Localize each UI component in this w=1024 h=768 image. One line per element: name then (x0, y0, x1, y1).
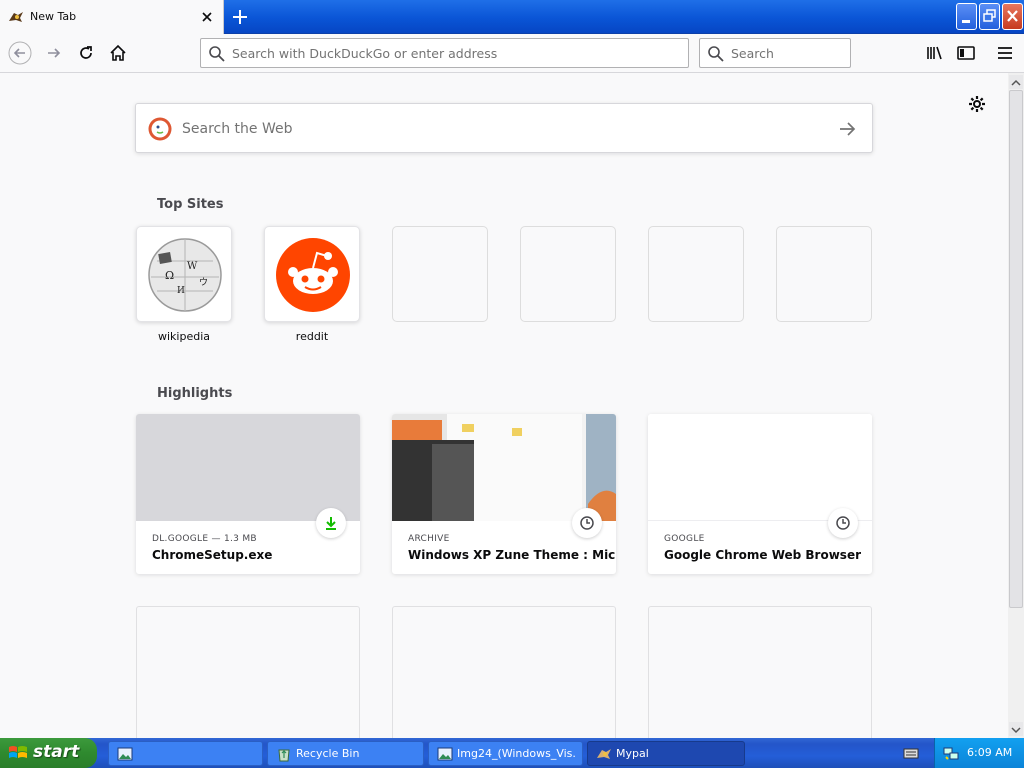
search-icon (708, 46, 724, 62)
taskbar-item-label: Img24_(Windows_Vis... (457, 747, 577, 760)
svg-text:Ω: Ω (165, 269, 174, 282)
web-search-placeholder: Search the Web (182, 121, 293, 137)
taskbar: start Recycle Bin Img24_(Windows_Vis... … (0, 738, 1024, 768)
card-source: ARCHIVE (408, 534, 450, 544)
forward-icon[interactable] (42, 41, 66, 65)
sidebar-icon[interactable] (954, 41, 978, 65)
svg-text:ウ: ウ (199, 277, 208, 288)
system-tray: 6:09 AM (934, 738, 1024, 768)
clock-icon (836, 516, 850, 530)
navigation-toolbar: Search with DuckDuckGo or enter address … (0, 34, 1024, 73)
svg-text:И: И (177, 286, 185, 296)
vertical-scrollbar[interactable] (1008, 73, 1024, 738)
close-tab-icon[interactable] (199, 9, 215, 25)
card-title: ChromeSetup.exe (152, 548, 273, 562)
card-title: Google Chrome Web Browser (664, 548, 861, 562)
wikipedia-globe-icon: Ω W И ウ (148, 238, 222, 312)
highlight-card-empty (136, 606, 360, 738)
new-tab-plus-icon[interactable] (229, 6, 251, 28)
arrow-right-icon[interactable] (836, 118, 858, 140)
search-bar-placeholder: Search (731, 46, 774, 61)
top-site-empty[interactable] (776, 226, 872, 322)
clock-badge (828, 508, 858, 538)
image-viewer-icon (437, 747, 453, 761)
mypal-icon (597, 749, 611, 759)
card-source: GOOGLE (664, 534, 705, 544)
url-bar[interactable]: Search with DuckDuckGo or enter address (200, 38, 689, 68)
clock-icon (580, 516, 594, 530)
search-bar[interactable]: Search (699, 38, 851, 68)
highlight-card[interactable]: ARCHIVE Windows XP Zune Theme : Micr… (392, 414, 616, 574)
svg-text:W: W (187, 261, 198, 272)
restore-button[interactable] (979, 3, 1000, 30)
card-preview (136, 414, 360, 521)
reload-icon[interactable] (74, 41, 98, 65)
clock-badge (572, 508, 602, 538)
minimize-button[interactable] (956, 3, 977, 30)
top-site-label: wikipedia (157, 330, 210, 343)
restore-icon (983, 9, 996, 22)
reddit-alien-icon (276, 238, 350, 312)
taskbar-item-label: Mypal (616, 747, 649, 760)
taskbar-item-recycle-bin[interactable]: Recycle Bin (267, 741, 424, 766)
url-bar-placeholder: Search with DuckDuckGo or enter address (232, 46, 498, 61)
chevron-down-icon (1011, 727, 1021, 734)
start-label: start (33, 742, 80, 762)
tab-strip: New Tab (0, 0, 1024, 34)
highlights-heading: Highlights (157, 386, 233, 401)
taskbar-item-label: Recycle Bin (296, 747, 360, 760)
start-button[interactable]: start (0, 738, 97, 768)
scroll-down-button[interactable] (1009, 722, 1023, 736)
library-icon[interactable] (923, 41, 947, 65)
top-site-empty[interactable] (392, 226, 488, 322)
menu-icon[interactable] (993, 41, 1017, 65)
new-tab-page: Search the Web Top Sites Ω W И ウ wikiped… (0, 73, 1008, 738)
tab-title: New Tab (30, 10, 77, 23)
card-preview (648, 414, 872, 521)
tab-new-tab[interactable]: New Tab (0, 0, 224, 34)
top-site-wikipedia[interactable]: Ω W И ウ (136, 226, 232, 322)
search-icon (209, 46, 225, 62)
top-site-label: reddit (295, 330, 329, 343)
duckduckgo-icon (148, 117, 172, 141)
highlight-card-empty (392, 606, 616, 738)
chevron-up-icon (1011, 79, 1021, 86)
image-viewer-icon (117, 747, 133, 761)
scrollbar-thumb[interactable] (1009, 90, 1023, 608)
web-search-box[interactable]: Search the Web (135, 103, 873, 153)
highlight-card-empty (648, 606, 872, 738)
clock: 6:09 AM (967, 746, 1013, 759)
taskbar-item-image-viewer[interactable] (108, 741, 263, 766)
taskbar-item-mypal[interactable]: Mypal (587, 741, 745, 766)
minimize-icon (962, 20, 970, 23)
network-icon[interactable] (943, 745, 959, 761)
top-sites-heading: Top Sites (157, 197, 224, 212)
download-icon (326, 517, 336, 530)
scroll-up-button[interactable] (1009, 75, 1023, 89)
windows-flag-icon (9, 746, 27, 758)
recycle-bin-icon (278, 749, 290, 762)
mypal-icon (9, 12, 23, 22)
card-title: Windows XP Zune Theme : Micr… (408, 548, 616, 562)
card-source: DL.GOOGLE — 1.3 MB (152, 534, 257, 544)
highlight-card[interactable]: DL.GOOGLE — 1.3 MB ChromeSetup.exe (136, 414, 360, 574)
back-icon[interactable] (8, 41, 32, 65)
gear-icon[interactable] (967, 94, 987, 114)
close-icon (1007, 10, 1018, 22)
top-site-empty[interactable] (648, 226, 744, 322)
home-icon[interactable] (106, 41, 130, 65)
highlight-card[interactable]: GOOGLE Google Chrome Web Browser (648, 414, 872, 574)
taskbar-item-image[interactable]: Img24_(Windows_Vis... (428, 741, 583, 766)
top-site-empty[interactable] (520, 226, 616, 322)
close-window-button[interactable] (1002, 3, 1023, 30)
top-site-reddit[interactable] (264, 226, 360, 322)
keyboard-icon[interactable] (903, 746, 919, 760)
download-badge (316, 508, 346, 538)
card-preview-screenshot (392, 414, 616, 521)
